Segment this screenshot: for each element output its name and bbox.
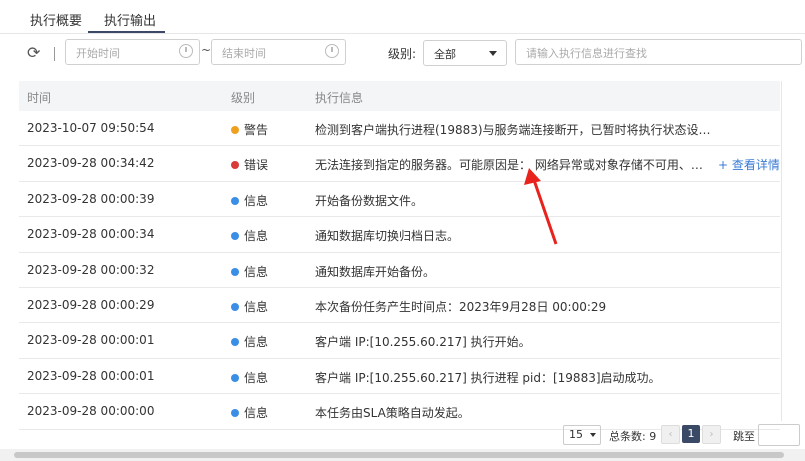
arrow-head — [524, 168, 541, 185]
annotation-arrow — [524, 168, 558, 245]
arrow-shaft — [532, 179, 558, 245]
